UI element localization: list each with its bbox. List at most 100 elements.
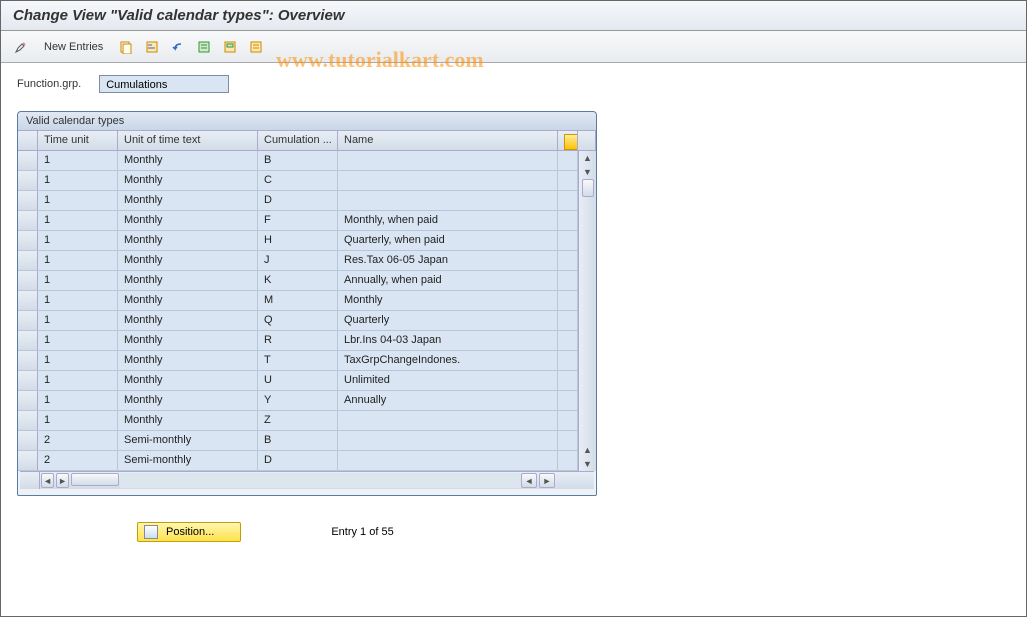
hscroll-left2-icon[interactable]: ◄ [521, 473, 537, 488]
cell-time-unit[interactable]: 1 [38, 191, 118, 210]
cell-unit-of-time-text[interactable]: Monthly [118, 331, 258, 350]
cell-cumulation[interactable]: U [258, 371, 338, 390]
cell-time-unit[interactable]: 1 [38, 371, 118, 390]
cell-time-unit[interactable]: 1 [38, 411, 118, 430]
cell-unit-of-time-text[interactable]: Monthly [118, 231, 258, 250]
cell-unit-of-time-text[interactable]: Monthly [118, 391, 258, 410]
cell-name[interactable]: Res.Tax 06-05 Japan [338, 251, 558, 270]
table-row[interactable]: 2Semi-monthlyD [18, 451, 578, 471]
vertical-scrollbar[interactable]: ▲▼▲▼ [578, 151, 596, 471]
vscroll-up-icon[interactable]: ▲ [581, 151, 595, 165]
cell-name[interactable] [338, 451, 558, 470]
table-row[interactable]: 1MonthlyJRes.Tax 06-05 Japan [18, 251, 578, 271]
table-row[interactable]: 1MonthlyMMonthly [18, 291, 578, 311]
cell-name[interactable]: Unlimited [338, 371, 558, 390]
row-selector[interactable] [18, 371, 38, 390]
cell-name[interactable]: Monthly, when paid [338, 211, 558, 230]
table-row[interactable]: 1MonthlyRLbr.Ins 04-03 Japan [18, 331, 578, 351]
row-selector[interactable] [18, 391, 38, 410]
cell-name[interactable]: Annually [338, 391, 558, 410]
hscroll-thumb[interactable] [71, 473, 119, 486]
row-selector[interactable] [18, 211, 38, 230]
col-cumulation[interactable]: Cumulation ... [258, 131, 338, 150]
table-row[interactable]: 1MonthlyKAnnually, when paid [18, 271, 578, 291]
cell-unit-of-time-text[interactable]: Monthly [118, 211, 258, 230]
cell-cumulation[interactable]: D [258, 451, 338, 470]
cell-cumulation[interactable]: B [258, 431, 338, 450]
cell-time-unit[interactable]: 1 [38, 351, 118, 370]
cell-time-unit[interactable]: 1 [38, 151, 118, 170]
col-unit-of-time-text[interactable]: Unit of time text [118, 131, 258, 150]
cell-unit-of-time-text[interactable]: Monthly [118, 351, 258, 370]
horizontal-scrollbar[interactable]: ◄ ► ◄ ► [20, 471, 594, 489]
row-selector-header[interactable] [18, 131, 38, 150]
cell-cumulation[interactable]: F [258, 211, 338, 230]
row-selector[interactable] [18, 231, 38, 250]
table-row[interactable]: 1MonthlyYAnnually [18, 391, 578, 411]
cell-unit-of-time-text[interactable]: Monthly [118, 171, 258, 190]
cell-unit-of-time-text[interactable]: Monthly [118, 291, 258, 310]
row-selector[interactable] [18, 251, 38, 270]
cell-cumulation[interactable]: Y [258, 391, 338, 410]
select-block-icon[interactable] [220, 37, 240, 57]
cell-cumulation[interactable]: D [258, 191, 338, 210]
cell-name[interactable]: Quarterly [338, 311, 558, 330]
cell-name[interactable]: Monthly [338, 291, 558, 310]
copy-as-icon[interactable] [116, 37, 136, 57]
cell-time-unit[interactable]: 1 [38, 291, 118, 310]
row-selector[interactable] [18, 431, 38, 450]
cell-time-unit[interactable]: 1 [38, 231, 118, 250]
cell-time-unit[interactable]: 1 [38, 171, 118, 190]
configure-columns-icon[interactable] [558, 131, 578, 150]
position-button[interactable]: Position... [137, 522, 241, 542]
cell-cumulation[interactable]: H [258, 231, 338, 250]
row-selector[interactable] [18, 171, 38, 190]
cell-name[interactable]: Lbr.Ins 04-03 Japan [338, 331, 558, 350]
cell-time-unit[interactable]: 1 [38, 331, 118, 350]
cell-unit-of-time-text[interactable]: Semi-monthly [118, 451, 258, 470]
row-selector[interactable] [18, 411, 38, 430]
deselect-all-icon[interactable] [246, 37, 266, 57]
col-time-unit[interactable]: Time unit [38, 131, 118, 150]
hscroll-right2-icon[interactable]: ► [539, 473, 555, 488]
cell-time-unit[interactable]: 1 [38, 271, 118, 290]
cell-unit-of-time-text[interactable]: Monthly [118, 251, 258, 270]
cell-time-unit[interactable]: 1 [38, 251, 118, 270]
table-row[interactable]: 1MonthlyZ [18, 411, 578, 431]
delete-icon[interactable] [142, 37, 162, 57]
row-selector[interactable] [18, 331, 38, 350]
cell-time-unit[interactable]: 1 [38, 311, 118, 330]
table-row[interactable]: 2Semi-monthlyB [18, 431, 578, 451]
vscroll-down2-icon[interactable]: ▼ [581, 457, 595, 471]
cell-name[interactable]: TaxGrpChangeIndones. [338, 351, 558, 370]
cell-name[interactable] [338, 151, 558, 170]
vscroll-down-icon[interactable]: ▼ [581, 165, 595, 179]
cell-name[interactable] [338, 171, 558, 190]
row-selector[interactable] [18, 151, 38, 170]
cell-unit-of-time-text[interactable]: Monthly [118, 371, 258, 390]
table-row[interactable]: 1MonthlyC [18, 171, 578, 191]
hscroll-right-icon[interactable]: ► [56, 473, 69, 488]
cell-cumulation[interactable]: Q [258, 311, 338, 330]
hscroll-left-icon[interactable]: ◄ [41, 473, 54, 488]
table-row[interactable]: 1MonthlyD [18, 191, 578, 211]
cell-cumulation[interactable]: B [258, 151, 338, 170]
undo-icon[interactable] [168, 37, 188, 57]
row-selector[interactable] [18, 451, 38, 470]
cell-unit-of-time-text[interactable]: Monthly [118, 411, 258, 430]
cell-cumulation[interactable]: J [258, 251, 338, 270]
row-selector[interactable] [18, 311, 38, 330]
table-row[interactable]: 1MonthlyTTaxGrpChangeIndones. [18, 351, 578, 371]
cell-time-unit[interactable]: 2 [38, 451, 118, 470]
vscroll-up2-icon[interactable]: ▲ [581, 443, 595, 457]
cell-cumulation[interactable]: R [258, 331, 338, 350]
cell-name[interactable] [338, 411, 558, 430]
row-selector[interactable] [18, 291, 38, 310]
cell-name[interactable]: Annually, when paid [338, 271, 558, 290]
row-selector[interactable] [18, 191, 38, 210]
table-row[interactable]: 1MonthlyUUnlimited [18, 371, 578, 391]
cell-cumulation[interactable]: K [258, 271, 338, 290]
cell-name[interactable] [338, 191, 558, 210]
cell-time-unit[interactable]: 2 [38, 431, 118, 450]
cell-cumulation[interactable]: C [258, 171, 338, 190]
